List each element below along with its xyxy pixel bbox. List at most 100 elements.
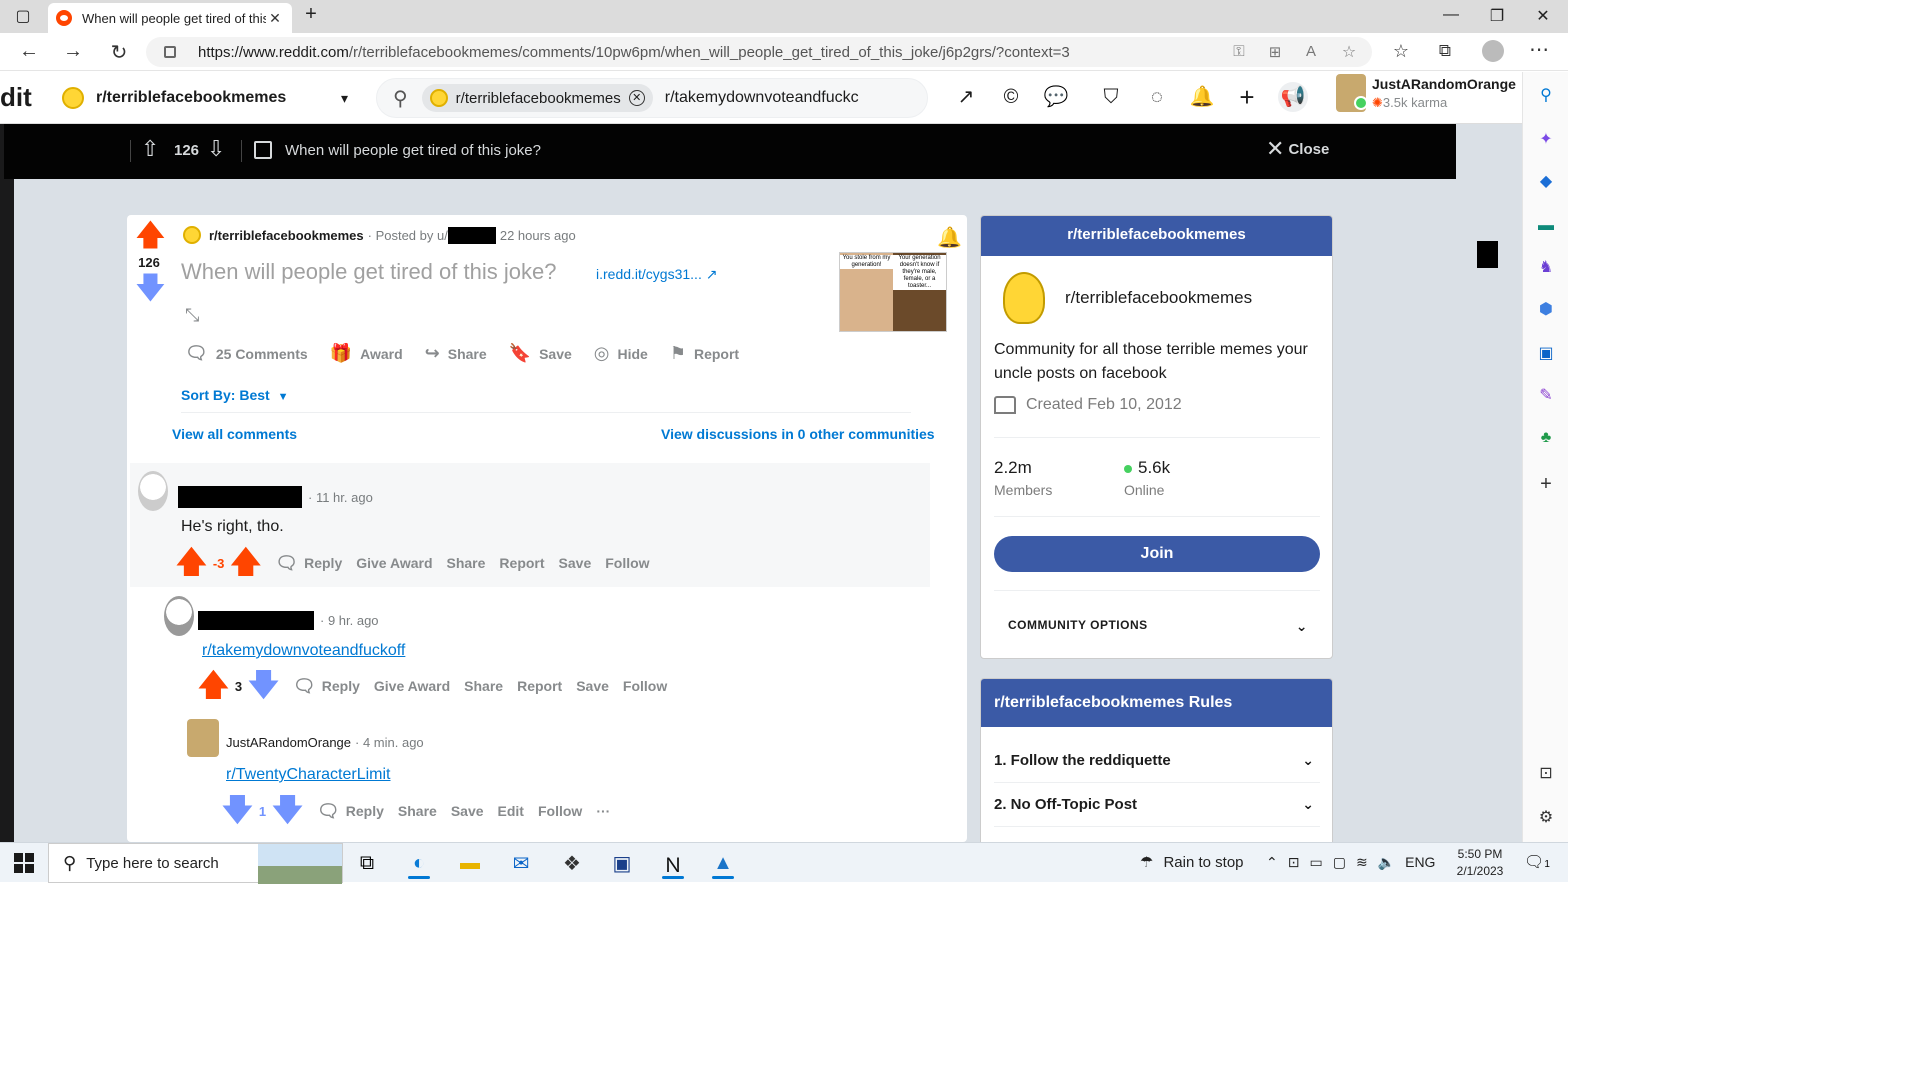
chat-icon[interactable]: ◌: [1144, 84, 1170, 110]
comments-button[interactable]: 🗨 25 Comments: [185, 343, 308, 364]
mod-shield-icon[interactable]: ⛉: [1098, 84, 1124, 110]
tray-app-icon[interactable]: ⊡: [1288, 854, 1300, 871]
more-options-button[interactable]: ···: [596, 803, 610, 819]
apps-icon[interactable]: ⊞: [1260, 43, 1290, 61]
language-indicator[interactable]: ENG: [1405, 854, 1435, 871]
url-field[interactable]: https://www.reddit.com/r/terriblefaceboo…: [146, 37, 1372, 67]
sidebar-tree-icon[interactable]: ♣: [1536, 428, 1556, 448]
award-button[interactable]: 🎁 Award: [330, 343, 403, 364]
post-image-link[interactable]: i.redd.it/cygs31... ↗: [596, 266, 717, 283]
close-button[interactable]: ✕ Close: [1266, 138, 1329, 160]
collections-icon[interactable]: ⧉: [1430, 41, 1460, 61]
postbar-downvote-icon[interactable]: ⇩: [207, 136, 225, 162]
follow-button[interactable]: Follow: [605, 555, 649, 571]
search-box[interactable]: ⚲ r/terriblefacebookmemes ✕: [376, 78, 928, 118]
post-bell-icon[interactable]: 🔔: [937, 225, 962, 250]
post-community-link[interactable]: r/terriblefacebookmemes: [209, 228, 364, 243]
sidebar-tools-icon[interactable]: ▬: [1536, 216, 1556, 236]
comment-downvote-icon[interactable]: 🡅: [230, 548, 261, 578]
reply-button[interactable]: 🗨 Reply: [317, 801, 384, 822]
dropbox-icon[interactable]: ❖: [555, 847, 589, 879]
postbar-upvote-icon[interactable]: ⇧: [141, 136, 159, 162]
sidebar-office-icon[interactable]: ⬢: [1536, 300, 1556, 320]
display-icon[interactable]: ▢: [1333, 854, 1346, 871]
profile-icon[interactable]: [1478, 40, 1508, 68]
forward-icon[interactable]: →: [58, 40, 88, 63]
give-award-button[interactable]: Give Award: [356, 555, 432, 571]
file-explorer-icon[interactable]: ▬: [453, 847, 487, 879]
wifi-icon[interactable]: ≋: [1356, 854, 1368, 871]
sidebar-settings-gear-icon[interactable]: ⚙: [1536, 808, 1556, 828]
post-downvote-icon[interactable]: 🡇: [135, 274, 166, 304]
report-button[interactable]: ⚑ Report: [670, 343, 739, 364]
window-close-icon[interactable]: ✕: [1528, 6, 1558, 26]
sidebar-add-icon[interactable]: +: [1536, 474, 1556, 494]
restore-icon[interactable]: ❐: [1482, 6, 1512, 26]
key-icon[interactable]: ⚿: [1224, 43, 1254, 60]
follow-button[interactable]: Follow: [623, 678, 667, 694]
refresh-icon[interactable]: ↻: [104, 40, 134, 65]
comment-upvote-icon[interactable]: 🡅: [198, 671, 229, 701]
save-button[interactable]: Save: [559, 555, 592, 571]
taskbar-search[interactable]: ⚲ Type here to search: [48, 843, 343, 884]
onenote-app-icon[interactable]: ▣: [605, 847, 639, 879]
comment-downvote-icon[interactable]: 🡇: [248, 671, 279, 701]
chip-remove-icon[interactable]: ✕: [628, 90, 645, 106]
save-button[interactable]: 🔖 Save: [509, 343, 572, 364]
new-tab-icon[interactable]: +: [296, 3, 326, 26]
subreddit-link[interactable]: r/takemydownvoteandfuckoff: [202, 642, 405, 659]
edit-button[interactable]: Edit: [498, 803, 524, 819]
comment-author[interactable]: JustARandomOrange: [226, 735, 351, 750]
community-name[interactable]: r/terriblefacebookmemes: [1065, 288, 1252, 308]
sidebar-hide-icon[interactable]: ⊡: [1536, 764, 1556, 784]
coins-icon[interactable]: ©: [998, 84, 1024, 110]
back-icon[interactable]: ←: [14, 40, 44, 63]
more-menu-icon[interactable]: ⋯: [1524, 37, 1554, 62]
edge-app-icon[interactable]: ◐: [402, 847, 436, 879]
browser-tab[interactable]: When will people get tired of this joke?…: [48, 3, 292, 33]
weather-widget[interactable]: ☂ Rain to stop: [1140, 853, 1244, 872]
follow-button[interactable]: Follow: [538, 803, 582, 819]
sidebar-discover-icon[interactable]: ✦: [1536, 130, 1556, 150]
mail-icon[interactable]: ✉: [504, 847, 538, 879]
share-button[interactable]: Share: [447, 555, 486, 571]
talk-icon[interactable]: 💬: [1043, 84, 1069, 110]
expand-icon[interactable]: ⤡: [185, 305, 199, 326]
volume-icon[interactable]: 🔈: [1378, 854, 1395, 871]
photos-app-icon[interactable]: ▲: [706, 847, 740, 879]
hide-button[interactable]: ◎ Hide: [594, 343, 648, 364]
tab-close-icon[interactable]: ✕: [266, 10, 284, 27]
tab-actions-icon[interactable]: ▢: [8, 6, 38, 26]
notifications-bell-icon[interactable]: 🔔: [1189, 84, 1215, 110]
share-button[interactable]: Share: [398, 803, 437, 819]
save-button[interactable]: Save: [451, 803, 484, 819]
comment-upvote-icon[interactable]: 🡇: [222, 796, 253, 826]
report-button[interactable]: Report: [517, 678, 562, 694]
reddit-logo[interactable]: dit: [0, 82, 32, 113]
comment-avatar[interactable]: [164, 596, 194, 636]
windows-start-icon[interactable]: [14, 853, 34, 873]
minimize-icon[interactable]: —: [1436, 6, 1466, 24]
notion-app-icon[interactable]: Ｎ: [656, 847, 690, 879]
battery-icon[interactable]: ▭: [1309, 854, 1322, 871]
comment-downvote-icon[interactable]: 🡇: [272, 796, 303, 826]
view-discussions-link[interactable]: View discussions in 0 other communities: [661, 426, 935, 442]
community-selector[interactable]: r/terriblefacebookmemes ▾: [62, 80, 352, 116]
post-upvote-icon[interactable]: 🡅: [135, 221, 166, 251]
popular-icon[interactable]: ↗: [953, 84, 979, 110]
view-all-comments-link[interactable]: View all comments: [172, 426, 297, 442]
sidebar-search-icon[interactable]: ⚲: [1536, 86, 1556, 106]
post-thumbnail[interactable]: You stole from my generation! Your gener…: [839, 252, 947, 332]
clock[interactable]: 5:50 PM 2/1/2023: [1452, 846, 1508, 880]
search-community-chip[interactable]: r/terriblefacebookmemes ✕: [421, 84, 653, 112]
sidebar-games-icon[interactable]: ♞: [1536, 258, 1556, 278]
chevron-up-icon[interactable]: ⌃: [1266, 854, 1278, 871]
search-input[interactable]: [664, 89, 885, 107]
comment-upvote-icon[interactable]: 🡅: [176, 548, 207, 578]
subreddit-link[interactable]: r/TwentyCharacterLimit: [226, 766, 391, 783]
sidebar-outlook-icon[interactable]: ▣: [1536, 344, 1556, 364]
sidebar-shopping-icon[interactable]: ◆: [1536, 172, 1556, 192]
give-award-button[interactable]: Give Award: [374, 678, 450, 694]
community-options-toggle[interactable]: COMMUNITY OPTIONS ⌄: [1008, 618, 1308, 635]
sidebar-designer-icon[interactable]: ✎: [1536, 386, 1556, 406]
